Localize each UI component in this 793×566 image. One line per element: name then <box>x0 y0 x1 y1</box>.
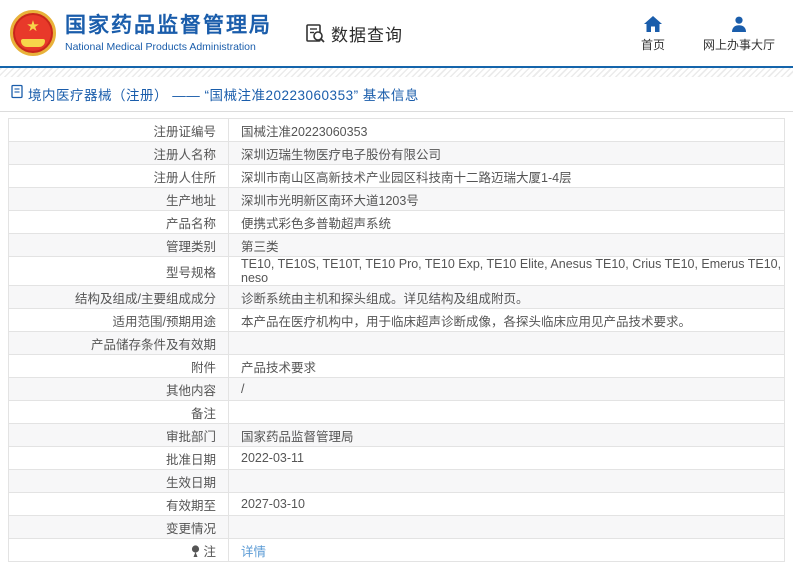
registration-info-table: 注册证编号国械注准20223060353注册人名称深圳迈瑞生物医疗电子股份有限公… <box>8 118 785 562</box>
table-row: 结构及组成/主要组成成分诊断系统由主机和探头组成。详见结构及组成附页。 <box>9 286 785 309</box>
table-row: 产品名称便携式彩色多普勒超声系统 <box>9 211 785 234</box>
row-value: 第三类 <box>229 234 785 257</box>
row-value: 便携式彩色多普勒超声系统 <box>229 211 785 234</box>
row-label: 注册证编号 <box>9 119 229 142</box>
row-value <box>229 332 785 355</box>
row-value: TE10, TE10S, TE10T, TE10 Pro, TE10 Exp, … <box>229 257 785 286</box>
nav-service-hall-label: 网上办事大厅 <box>703 36 775 53</box>
hatched-divider <box>0 68 793 77</box>
nav-home-label: 首页 <box>641 36 665 53</box>
data-query-label: 数据查询 <box>331 21 403 46</box>
row-label: 注 <box>9 539 229 562</box>
nav-service-hall[interactable]: 网上办事大厅 <box>703 16 775 53</box>
row-value <box>229 401 785 424</box>
row-label: 生产地址 <box>9 188 229 211</box>
row-value: 深圳迈瑞生物医疗电子股份有限公司 <box>229 142 785 165</box>
row-value: 本产品在医疗机构中，用于临床超声诊断成像，各探头临床应用见产品技术要求。 <box>229 309 785 332</box>
table-row: 生效日期 <box>9 470 785 493</box>
page-title: 境内医疗器械（注册） —— “国械注准20223060353” 基本信息 <box>28 84 419 104</box>
nmpa-logo-link[interactable]: 国家药品监督管理局 National Medical Products Admi… <box>10 10 272 56</box>
document-icon <box>10 84 28 104</box>
row-label: 生效日期 <box>9 470 229 493</box>
row-value: 2022-03-11 <box>229 447 785 470</box>
org-name-en: National Medical Products Administration <box>65 41 272 53</box>
data-query-tab[interactable]: 数据查询 <box>304 21 403 46</box>
data-query-icon <box>304 22 326 44</box>
row-label: 其他内容 <box>9 378 229 401</box>
row-label: 变更情况 <box>9 516 229 539</box>
row-label: 注册人名称 <box>9 142 229 165</box>
note-pin-icon <box>191 545 200 560</box>
table-row: 型号规格TE10, TE10S, TE10T, TE10 Pro, TE10 E… <box>9 257 785 286</box>
row-value: 诊断系统由主机和探头组成。详见结构及组成附页。 <box>229 286 785 309</box>
row-label: 批准日期 <box>9 447 229 470</box>
home-icon <box>644 16 662 32</box>
row-label: 注册人住所 <box>9 165 229 188</box>
row-label: 备注 <box>9 401 229 424</box>
table-row: 注详情 <box>9 539 785 562</box>
table-row: 附件产品技术要求 <box>9 355 785 378</box>
row-value: 国械注准20223060353 <box>229 119 785 142</box>
row-value: 国家药品监督管理局 <box>229 424 785 447</box>
header-nav: 首页 网上办事大厅 <box>641 14 775 53</box>
table-row: 注册人住所深圳市南山区高新技术产业园区科技南十二路迈瑞大厦1-4层 <box>9 165 785 188</box>
row-label: 有效期至 <box>9 493 229 516</box>
table-row: 适用范围/预期用途本产品在医疗机构中，用于临床超声诊断成像，各探头临床应用见产品… <box>9 309 785 332</box>
row-label: 附件 <box>9 355 229 378</box>
table-row: 生产地址深圳市光明新区南环大道1203号 <box>9 188 785 211</box>
detail-link[interactable]: 详情 <box>241 545 266 559</box>
table-row: 有效期至2027-03-10 <box>9 493 785 516</box>
table-row: 注册人名称深圳迈瑞生物医疗电子股份有限公司 <box>9 142 785 165</box>
row-value <box>229 516 785 539</box>
registration-info-table-wrap: 注册证编号国械注准20223060353注册人名称深圳迈瑞生物医疗电子股份有限公… <box>0 112 793 562</box>
table-row: 管理类别第三类 <box>9 234 785 257</box>
row-label: 管理类别 <box>9 234 229 257</box>
row-value: / <box>229 378 785 401</box>
table-row: 注册证编号国械注准20223060353 <box>9 119 785 142</box>
row-value: 深圳市光明新区南环大道1203号 <box>229 188 785 211</box>
row-value: 产品技术要求 <box>229 355 785 378</box>
row-value: 2027-03-10 <box>229 493 785 516</box>
row-label: 型号规格 <box>9 257 229 286</box>
table-row: 产品储存条件及有效期 <box>9 332 785 355</box>
nav-home[interactable]: 首页 <box>641 16 665 53</box>
row-label: 结构及组成/主要组成成分 <box>9 286 229 309</box>
breadcrumb: 境内医疗器械（注册） —— “国械注准20223060353” 基本信息 <box>0 77 793 112</box>
row-label: 适用范围/预期用途 <box>9 309 229 332</box>
table-row: 批准日期2022-03-11 <box>9 447 785 470</box>
row-label: 审批部门 <box>9 424 229 447</box>
table-row: 审批部门国家药品监督管理局 <box>9 424 785 447</box>
row-label: 产品名称 <box>9 211 229 234</box>
table-row: 其他内容/ <box>9 378 785 401</box>
row-value: 详情 <box>229 539 785 562</box>
app-header: 国家药品监督管理局 National Medical Products Admi… <box>0 0 793 68</box>
table-row: 备注 <box>9 401 785 424</box>
national-emblem-icon <box>10 10 56 56</box>
row-value <box>229 470 785 493</box>
org-name-zh: 国家药品监督管理局 <box>65 13 272 38</box>
row-value: 深圳市南山区高新技术产业园区科技南十二路迈瑞大厦1-4层 <box>229 165 785 188</box>
user-icon <box>731 16 747 32</box>
row-label: 产品储存条件及有效期 <box>9 332 229 355</box>
table-row: 变更情况 <box>9 516 785 539</box>
brand-text: 国家药品监督管理局 National Medical Products Admi… <box>65 13 272 52</box>
